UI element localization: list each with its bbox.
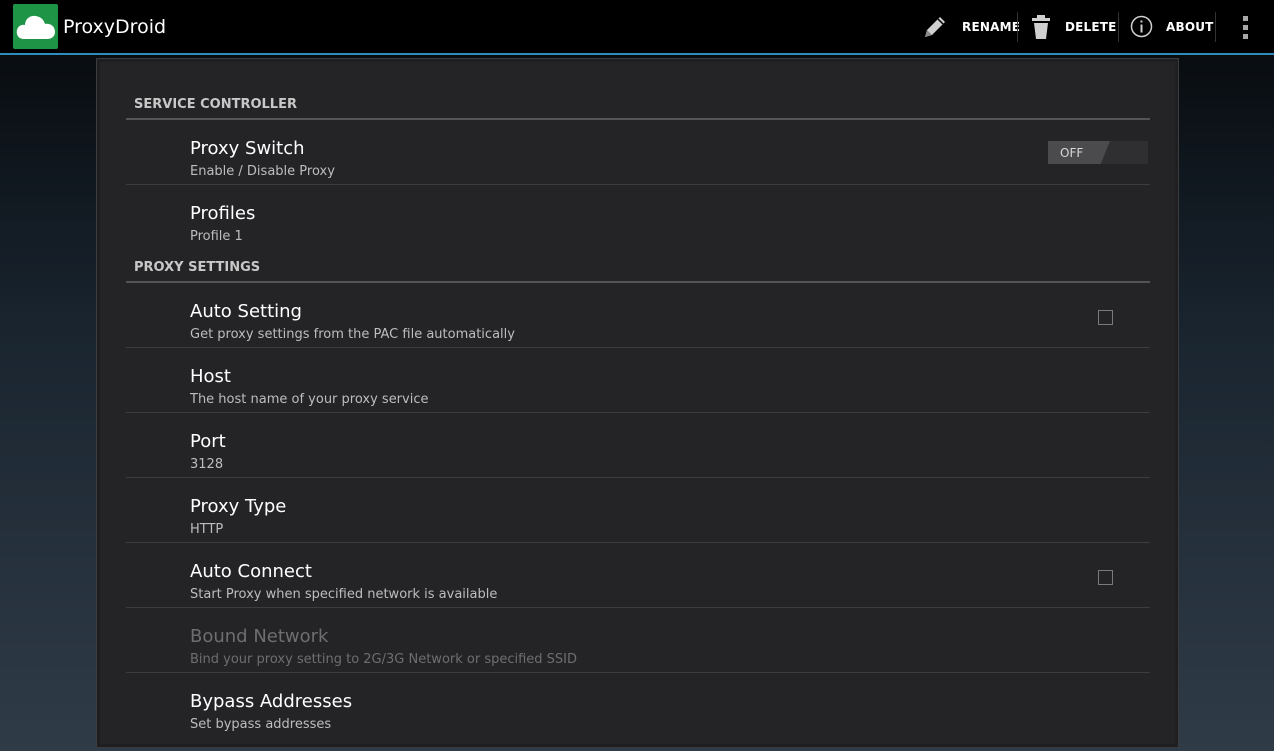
action-divider <box>1118 12 1119 42</box>
pref-summary: The host name of your proxy service <box>190 392 429 407</box>
overflow-menu-icon[interactable] <box>1236 13 1256 41</box>
action-divider <box>1017 12 1018 42</box>
pref-bound-network: Bound Network Bind your proxy setting to… <box>126 608 1150 673</box>
pref-auto-setting[interactable]: Auto Setting Get proxy settings from the… <box>126 283 1150 348</box>
info-icon <box>1130 15 1153 38</box>
pref-title: Auto Setting <box>190 301 302 322</box>
pref-title: Proxy Switch <box>190 138 305 159</box>
pref-host[interactable]: Host The host name of your proxy service <box>126 348 1150 413</box>
section-header-proxy-settings: PROXY SETTINGS <box>126 260 1150 283</box>
pref-summary: Start Proxy when specified network is av… <box>190 587 498 602</box>
preferences-list[interactable]: SERVICE CONTROLLER Proxy Switch Enable /… <box>100 62 1175 744</box>
pref-port[interactable]: Port 3128 <box>126 413 1150 478</box>
action-bar: ProxyDroid RENAME DELETE ABOUT <box>0 0 1274 55</box>
pencil-icon <box>922 14 948 40</box>
delete-button[interactable]: DELETE <box>1031 0 1117 53</box>
pref-title: Bound Network <box>190 626 329 647</box>
trash-icon <box>1031 14 1051 40</box>
pref-profiles[interactable]: Profiles Profile 1 <box>126 185 1150 249</box>
section-title: SERVICE CONTROLLER <box>134 97 297 112</box>
auto-setting-checkbox[interactable] <box>1098 310 1113 325</box>
pref-title: Port <box>190 431 226 452</box>
pref-auto-connect[interactable]: Auto Connect Start Proxy when specified … <box>126 543 1150 608</box>
pref-summary: 3128 <box>190 457 224 472</box>
action-divider <box>1215 12 1216 42</box>
proxy-switch-toggle[interactable]: OFF <box>1048 141 1148 164</box>
section-header-service-controller: SERVICE CONTROLLER <box>126 97 1150 120</box>
pref-proxy-switch[interactable]: Proxy Switch Enable / Disable Proxy OFF <box>126 120 1150 185</box>
pref-summary: HTTP <box>190 522 224 537</box>
about-label: ABOUT <box>1166 19 1214 34</box>
pref-title: Bypass Addresses <box>190 691 353 712</box>
pref-summary: Get proxy settings from the PAC file aut… <box>190 327 515 342</box>
pref-summary: Set bypass addresses <box>190 717 332 732</box>
pref-title: Host <box>190 366 231 387</box>
pref-title: Auto Connect <box>190 561 312 582</box>
pref-bypass-addresses[interactable]: Bypass Addresses Set bypass addresses <box>126 673 1150 737</box>
auto-connect-checkbox[interactable] <box>1098 570 1113 585</box>
cloud-icon <box>16 15 55 40</box>
pref-summary: Profile 1 <box>190 229 243 244</box>
pref-title: Profiles <box>190 203 256 224</box>
pref-title: Proxy Type <box>190 496 287 517</box>
app-logo[interactable] <box>13 4 58 49</box>
preferences-panel: SERVICE CONTROLLER Proxy Switch Enable /… <box>96 58 1179 748</box>
pref-proxy-type[interactable]: Proxy Type HTTP <box>126 478 1150 543</box>
delete-label: DELETE <box>1065 19 1117 34</box>
rename-button[interactable]: RENAME <box>922 0 1020 53</box>
rename-label: RENAME <box>962 19 1021 34</box>
toggle-state-label: OFF <box>1060 146 1084 160</box>
about-button[interactable]: ABOUT <box>1130 0 1214 53</box>
app-title: ProxyDroid <box>63 16 167 38</box>
section-title: PROXY SETTINGS <box>134 260 261 275</box>
pref-summary: Bind your proxy setting to 2G/3G Network… <box>190 652 578 667</box>
pref-summary: Enable / Disable Proxy <box>190 164 335 179</box>
